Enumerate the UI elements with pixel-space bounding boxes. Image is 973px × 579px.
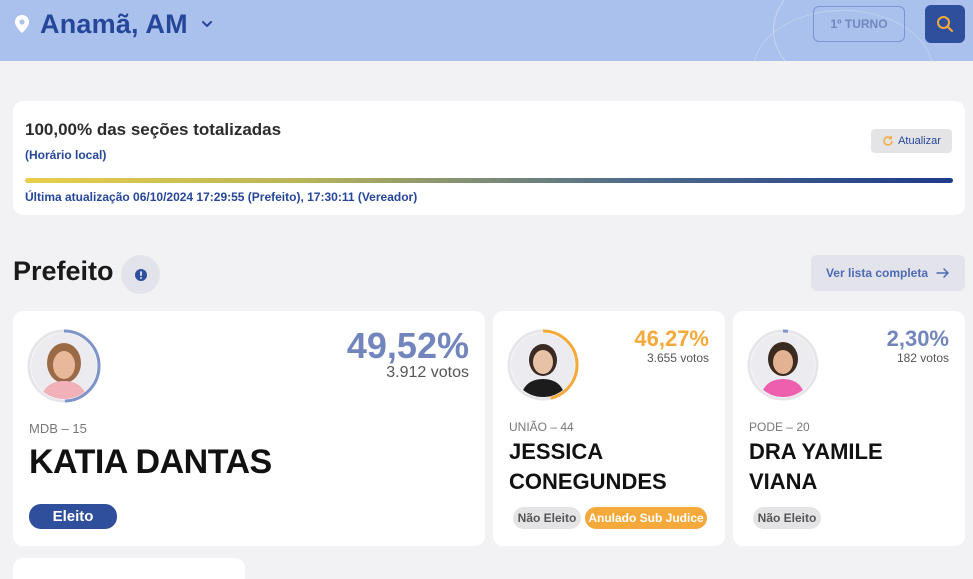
vote-count: 3.655 votos [646,351,709,365]
candidate-name-line: CONEGUNDES [509,469,667,494]
status-badge-nao-eleito: Não Eleito [753,507,821,529]
status-badge-eleito: Eleito [29,504,117,529]
refresh-label: Atualizar [898,135,941,147]
candidate-name-line: JESSICA [509,439,604,464]
full-list-label: Ver lista completa [825,266,929,280]
info-icon [134,268,147,281]
top-bar: Anamã, AM 1º TURNO [0,0,973,61]
city-selector[interactable]: Anamã, AM [40,9,188,40]
vote-count: 3.912 votos [386,364,469,381]
info-button[interactable] [121,255,160,294]
candidate-avatar [505,327,581,403]
candidate-card[interactable]: 46,27% 3.655 votos UNIÃO – 44 JESSICA CO… [493,311,725,546]
chevron-down-icon[interactable] [200,17,214,31]
search-icon [937,16,954,33]
candidate-name: KATIA DANTAS [29,442,272,482]
location-pin-icon [15,15,29,33]
section-title: Prefeito [13,256,114,286]
party-number: MDB – 15 [29,421,87,436]
party-number: UNIÃO – 44 [509,420,574,434]
local-time-note: (Horário local) [25,148,107,162]
vote-percentage: 49,52% [346,325,469,366]
candidate-photo [31,333,97,399]
vote-percentage: 46,27% [634,326,709,351]
candidate-avatar [25,327,103,405]
vote-count: 182 votos [896,351,949,365]
arrow-right-icon [936,268,949,278]
candidate-card-partial[interactable] [13,558,245,579]
totalization-status-card: 100,00% das seções totalizadas (Horário … [13,101,965,215]
status-badge-nao-eleito: Não Eleito [513,507,581,529]
status-badge-sub-judice: Anulado Sub Judice [585,507,707,529]
candidate-avatar [745,327,821,403]
candidate-name-line: KATIA DANTAS [29,443,272,481]
search-button[interactable] [925,5,965,43]
totalization-progress-bar [25,178,953,183]
candidate-card[interactable]: 49,52% 3.912 votos MDB – 15 KATIA DANTAS… [13,311,485,546]
totalization-title: 100,00% das seções totalizadas [25,120,282,139]
turno-button[interactable]: 1º TURNO [813,6,905,42]
party-number: PODE – 20 [749,420,810,434]
candidate-name: JESSICA CONEGUNDES [509,437,667,497]
candidate-photo [511,333,575,397]
last-update-text: Última atualização 06/10/2024 17:29:55 (… [25,190,418,204]
candidate-photo [751,333,815,397]
refresh-button[interactable]: Atualizar [871,129,952,153]
candidate-name-line: DRA YAMILE [749,439,883,464]
full-list-button[interactable]: Ver lista completa [811,255,965,291]
candidate-card[interactable]: 2,30% 182 votos PODE – 20 DRA YAMILE VIA… [733,311,965,546]
refresh-icon [883,136,893,146]
vote-percentage: 2,30% [886,326,949,351]
candidate-name-line: VIANA [749,469,818,494]
candidate-name: DRA YAMILE VIANA [749,437,883,497]
